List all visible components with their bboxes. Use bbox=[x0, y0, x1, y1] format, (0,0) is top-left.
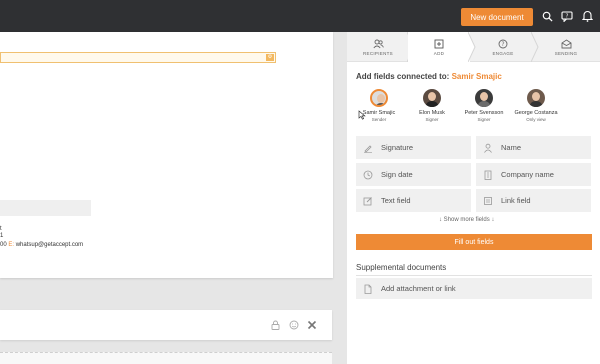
avatar bbox=[475, 89, 493, 107]
arrow-down-icon: ↓ bbox=[439, 217, 442, 223]
heading-recipient-name: Samir Smajic bbox=[451, 72, 502, 81]
recipient-name: George Costanza bbox=[514, 110, 558, 116]
contact-line-1: t bbox=[0, 226, 2, 232]
recipient-role: Only view bbox=[526, 117, 546, 122]
field-sign-date[interactable]: Sign date bbox=[356, 163, 471, 186]
recipient-role: Sender bbox=[371, 117, 387, 122]
lock-icon[interactable] bbox=[270, 319, 281, 330]
recipient-name: Peter Svensson bbox=[464, 110, 504, 116]
field-signature[interactable]: Signature bbox=[356, 136, 471, 159]
show-more-label: Show more fields bbox=[443, 217, 490, 223]
person-icon bbox=[483, 143, 493, 153]
field-label: Sign date bbox=[381, 170, 413, 179]
document-icon bbox=[363, 284, 373, 294]
face-icon[interactable] bbox=[288, 319, 299, 330]
recipient-name: Elon Musk bbox=[419, 110, 445, 116]
supplemental-documents-title: Supplemental documents bbox=[356, 263, 447, 272]
top-bar: New document ? bbox=[0, 0, 600, 32]
avatar bbox=[370, 89, 388, 107]
field-options-icon[interactable]: ⚙ bbox=[266, 54, 274, 61]
recipients-icon bbox=[372, 39, 384, 48]
contact-line-2: 1 bbox=[0, 233, 4, 239]
mouse-cursor-icon bbox=[358, 110, 366, 120]
text-edit-icon bbox=[363, 196, 373, 206]
document-card-bottom bbox=[0, 352, 332, 364]
fill-out-fields-button[interactable]: Fill out fields bbox=[356, 234, 592, 250]
field-label: Name bbox=[501, 143, 522, 152]
field-company-name[interactable]: Company name bbox=[476, 163, 591, 186]
arrow-down-icon: ↓ bbox=[491, 217, 495, 223]
field-label: Company name bbox=[501, 170, 554, 179]
contact-email-line: 00 E: whatsup@getaccept.com bbox=[0, 242, 83, 248]
recipient-role: Signer bbox=[425, 117, 439, 122]
heading-prefix: Add fields connected to: bbox=[356, 72, 450, 81]
bell-icon[interactable] bbox=[580, 9, 594, 23]
add-attachment-button[interactable]: Add attachment or link bbox=[356, 278, 592, 299]
link-icon bbox=[483, 196, 493, 206]
selected-field[interactable]: ⚙ bbox=[0, 52, 276, 63]
clock-icon bbox=[363, 170, 373, 180]
field-label: Link field bbox=[501, 196, 531, 205]
step-label-sending: SENDING bbox=[554, 50, 578, 56]
step-engage[interactable]: ? ENGAGE bbox=[472, 32, 534, 62]
add-icon bbox=[434, 39, 444, 48]
add-fields-heading: Add fields connected to: Samir Smajic bbox=[356, 72, 502, 81]
sending-icon bbox=[561, 38, 571, 48]
field-label: Signature bbox=[381, 143, 414, 152]
recipient-role: Signer bbox=[477, 117, 491, 122]
document-input-field[interactable] bbox=[0, 200, 91, 216]
step-bar: RECIPIENTS ADD ? ENGAGE SENDING bbox=[347, 32, 600, 62]
field-name[interactable]: Name bbox=[476, 136, 591, 159]
new-document-button[interactable]: New document bbox=[461, 8, 533, 26]
close-icon[interactable] bbox=[306, 319, 317, 330]
field-link[interactable]: Link field bbox=[476, 189, 591, 212]
field-label: Text field bbox=[381, 196, 411, 205]
step-sending[interactable]: SENDING bbox=[535, 32, 597, 62]
email-label: E: bbox=[8, 242, 15, 248]
search-icon[interactable] bbox=[540, 9, 554, 23]
attachment-label: Add attachment or link bbox=[381, 284, 456, 293]
svg-text:?: ? bbox=[566, 13, 569, 19]
side-panel: RECIPIENTS ADD ? ENGAGE SENDING Add fiel… bbox=[347, 32, 600, 364]
step-recipients[interactable]: RECIPIENTS bbox=[347, 32, 409, 62]
step-label-add: ADD bbox=[433, 50, 445, 56]
show-more-fields[interactable]: ↓ Show more fields ↓ bbox=[439, 217, 494, 223]
document-page: ⚙ t 1 00 E: whatsup@getaccept.com bbox=[0, 32, 333, 278]
divider bbox=[356, 275, 592, 276]
engage-icon: ? bbox=[498, 39, 508, 48]
signature-icon bbox=[363, 143, 373, 153]
chat-help-icon[interactable]: ? bbox=[560, 9, 574, 23]
contact-prefix: 00 bbox=[0, 242, 7, 248]
step-add[interactable]: ADD bbox=[408, 32, 470, 62]
building-icon bbox=[483, 170, 493, 180]
step-label-recipients: RECIPIENTS bbox=[362, 50, 393, 56]
svg-text:?: ? bbox=[501, 41, 504, 48]
avatar bbox=[527, 89, 545, 107]
recipient-name: Samir Smajic bbox=[362, 110, 396, 116]
field-text[interactable]: Text field bbox=[356, 189, 471, 212]
recipient-george[interactable]: George Costanza Only view bbox=[504, 89, 568, 122]
document-card bbox=[0, 310, 332, 340]
step-label-engage: ENGAGE bbox=[492, 50, 514, 56]
avatar bbox=[423, 89, 441, 107]
contact-email: whatsup@getaccept.com bbox=[15, 242, 84, 248]
